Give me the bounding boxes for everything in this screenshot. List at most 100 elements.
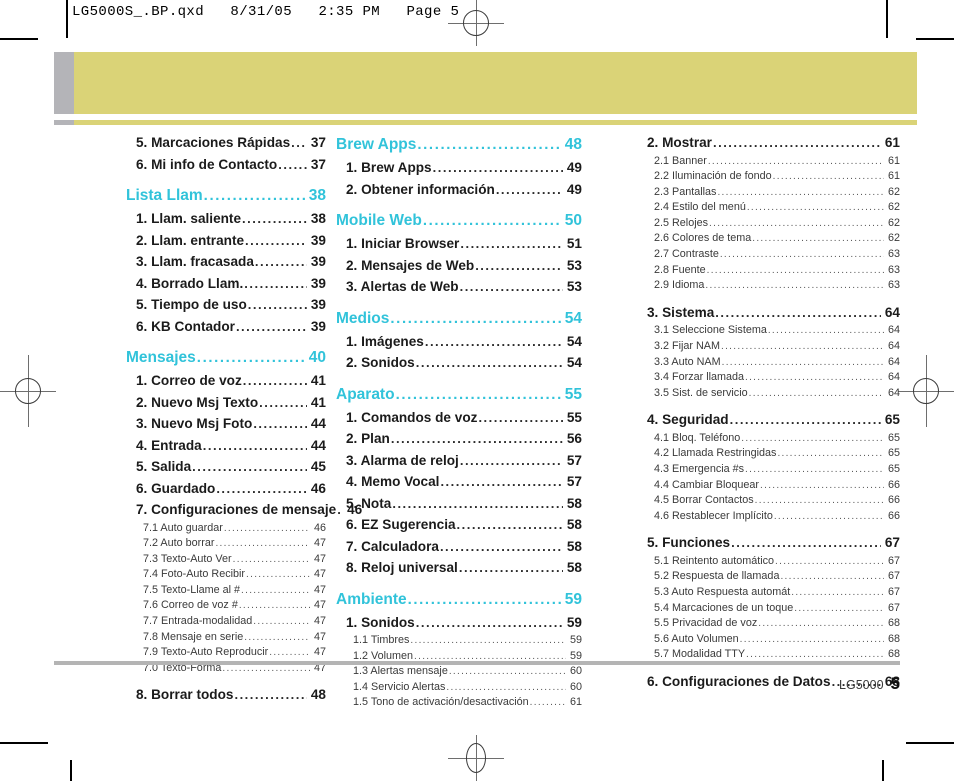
toc-entry[interactable]: 3.3 Auto NAM............................… (637, 355, 900, 371)
toc-entry[interactable]: 3.1 Seleccione Sistema..................… (637, 323, 900, 339)
toc-entry[interactable]: 2.1 Banner..............................… (637, 154, 900, 170)
registration-mark-left (0, 355, 56, 427)
toc-entry[interactable]: 2.7 Contraste...........................… (637, 247, 900, 263)
toc-entry[interactable]: 7.9 Texto-Auto Reproducir...............… (126, 645, 326, 661)
toc-entry[interactable]: 3.2 Fijar NAM...........................… (637, 339, 900, 355)
toc-entry[interactable]: 4. Memo Vocal...........................… (336, 471, 582, 493)
toc-entry[interactable]: 2.9 Idioma..............................… (637, 278, 900, 294)
toc-entry[interactable]: 8. Borrar todos.........................… (126, 684, 326, 706)
toc-entry[interactable]: 7.5 Texto-Llame al #....................… (126, 583, 326, 599)
toc-entry[interactable]: Brew Apps...............................… (336, 132, 582, 157)
toc-entry-page: 65 (887, 431, 900, 444)
toc-entry[interactable]: 3.4 Forzar llamada......................… (637, 370, 900, 386)
toc-entry-label: 5.5 Privacidad de voz (654, 617, 758, 630)
toc-entry[interactable]: 5.3 Auto Respuesta automát..............… (637, 585, 900, 601)
toc-entry[interactable]: 7.6 Correo de voz #.....................… (126, 598, 326, 614)
toc-entry[interactable]: 1. Imágenes.............................… (336, 331, 582, 353)
toc-entry[interactable]: 7.7 Entrada-modalidad...................… (126, 614, 326, 630)
toc-entry[interactable]: 4. Entrada..............................… (126, 435, 326, 457)
toc-entry[interactable]: 4.5 Borrar Contactos....................… (637, 493, 900, 509)
toc-entry[interactable]: 5. Nota.................................… (336, 493, 582, 515)
toc-entry[interactable]: 6. Guardado.............................… (126, 478, 326, 500)
toc-entry-page: 67 (884, 535, 900, 551)
toc-entry[interactable]: 2. Mensajes de Web......................… (336, 255, 582, 277)
toc-entry[interactable]: 5.1 Reintento automático................… (637, 554, 900, 570)
toc-entry[interactable]: 3. Sistema..............................… (637, 302, 900, 324)
toc-entry[interactable]: 1. Comandos de voz......................… (336, 407, 582, 429)
toc-entry[interactable]: 2.3 Pantallas...........................… (637, 185, 900, 201)
toc-entry[interactable]: 5. Marcaciones Rápidas..................… (126, 132, 326, 154)
toc-entry[interactable]: 3.5 Sist. de servicio...................… (637, 386, 900, 402)
toc-entry[interactable]: 4. Seguridad............................… (637, 409, 900, 431)
banner-strip-gray-block (54, 120, 74, 125)
toc-entry[interactable]: 8. Reloj universal......................… (336, 557, 582, 579)
toc-entry-page: 47 (313, 630, 326, 643)
toc-entry-label: 3. Alertas de Web (346, 279, 459, 294)
toc-entry[interactable]: 5.6 Auto Volumen........................… (637, 632, 900, 648)
toc-entry[interactable]: Lista Llam..............................… (126, 183, 326, 208)
toc-entry[interactable]: 1. Sonidos..............................… (336, 612, 582, 634)
toc-entry[interactable]: 6. Mi info de Contacto..................… (126, 154, 326, 176)
toc-dot-leader: ........................................… (223, 522, 310, 534)
toc-entry[interactable]: 2.5 Relojes.............................… (637, 216, 900, 232)
toc-entry[interactable]: Ambiente................................… (336, 587, 582, 612)
toc-entry[interactable]: 2. Sonidos..............................… (336, 352, 582, 374)
toc-entry-label: 4. Seguridad (647, 412, 729, 428)
toc-entry[interactable]: 7.1 Auto guardar........................… (126, 521, 326, 537)
toc-entry[interactable]: 4.1 Bloq. Teléfono......................… (637, 431, 900, 447)
toc-entry[interactable]: 5.2 Respuesta de llamada................… (637, 569, 900, 585)
toc-entry[interactable]: 7.3 Texto-Auto Ver......................… (126, 552, 326, 568)
toc-entry[interactable]: 4. Borrado Llam.........................… (126, 273, 326, 295)
toc-entry[interactable]: 2.2 Iluminación de fondo................… (637, 169, 900, 185)
toc-entry[interactable]: Mobile Web..............................… (336, 208, 582, 233)
toc-entry[interactable]: 2.8 Fuente..............................… (637, 263, 900, 279)
toc-entry[interactable]: 7. Calculadora..........................… (336, 536, 582, 558)
toc-entry[interactable]: 7.2 Auto borrar.........................… (126, 536, 326, 552)
toc-entry[interactable]: 2. Obtener información..................… (336, 179, 582, 201)
toc-entry[interactable]: Mensajes................................… (126, 345, 326, 370)
toc-entry[interactable]: 5. Tiempo de uso........................… (126, 294, 326, 316)
toc-entry[interactable]: 3. Alertas de Web.......................… (336, 276, 582, 298)
toc-dot-leader: ........................................… (432, 160, 563, 175)
toc-entry[interactable]: 1. Iniciar Browser......................… (336, 233, 582, 255)
toc-entry[interactable]: 6. KB Contador..........................… (126, 316, 326, 338)
toc-entry-label: 5.2 Respuesta de llamada (654, 570, 780, 583)
toc-entry[interactable]: 5. Salida...............................… (126, 456, 326, 478)
toc-dot-leader: ........................................… (780, 571, 884, 583)
toc-entry[interactable]: Medios..................................… (336, 306, 582, 331)
toc-entry[interactable]: 2.6 Colores de tema.....................… (637, 231, 900, 247)
toc-entry[interactable]: 3. Llam. fracasada......................… (126, 251, 326, 273)
toc-dot-leader: ........................................… (772, 171, 884, 183)
toc-entry[interactable]: 7.4 Foto-Auto Recibir...................… (126, 567, 326, 583)
toc-entry[interactable]: 5. Funciones............................… (637, 532, 900, 554)
toc-entry[interactable]: Aparato.................................… (336, 382, 582, 407)
toc-entry[interactable]: 2. Plan.................................… (336, 428, 582, 450)
toc-entry[interactable]: 7.8 Mensaje en serie....................… (126, 630, 326, 646)
toc-entry[interactable]: 2. Llam. entrante.......................… (126, 230, 326, 252)
toc-entry[interactable]: 2.4 Estilo del menú.....................… (637, 200, 900, 216)
toc-entry[interactable]: 1.4 Servicio Alertas....................… (336, 680, 582, 696)
toc-entry[interactable]: 4.3 Emergencia #s.......................… (637, 462, 900, 478)
toc-entry[interactable]: 4.2 Llamada Restringidas................… (637, 446, 900, 462)
toc-entry[interactable]: 4.6 Restablecer Implícito...............… (637, 509, 900, 525)
toc-entry[interactable]: 3. Nuevo Msj Foto.......................… (126, 413, 326, 435)
toc-entry[interactable]: 1. Brew Apps............................… (336, 157, 582, 179)
toc-dot-leader: ........................................… (739, 633, 884, 645)
toc-entry[interactable]: 1.5 Tono de activación/desactivación....… (336, 695, 582, 711)
toc-entry[interactable]: 2. Nuevo Msj Texto......................… (126, 392, 326, 414)
toc-entry[interactable]: 7. Configuraciones de mensaje...........… (126, 499, 362, 521)
toc-entry[interactable]: 6. EZ Sugerencia........................… (336, 514, 582, 536)
toc-entry-label: 3. Alarma de reloj (346, 452, 459, 468)
toc-entry[interactable]: 5.4 Marcaciones de un toque.............… (637, 601, 900, 617)
toc-entry[interactable]: 1. Correo de voz........................… (126, 370, 326, 392)
toc-entry[interactable]: 1.3 Alertas mensaje.....................… (336, 664, 582, 680)
toc-entry[interactable]: 2. Mostrar..............................… (637, 132, 900, 154)
toc-entry[interactable]: 1. Llam. saliente.......................… (126, 208, 326, 230)
toc-dot-leader: ........................................… (417, 136, 561, 153)
toc-dot-leader: ........................................… (729, 412, 881, 428)
toc-entry[interactable]: 4.4 Cambiar Bloquear....................… (637, 478, 900, 494)
toc-entry-page: 65 (884, 412, 900, 428)
toc-entry[interactable]: 5.5 Privacidad de voz...................… (637, 616, 900, 632)
toc-entry[interactable]: 3. Alarma de reloj......................… (336, 450, 582, 472)
toc-entry[interactable]: 1.1 Timbres.............................… (336, 633, 582, 649)
